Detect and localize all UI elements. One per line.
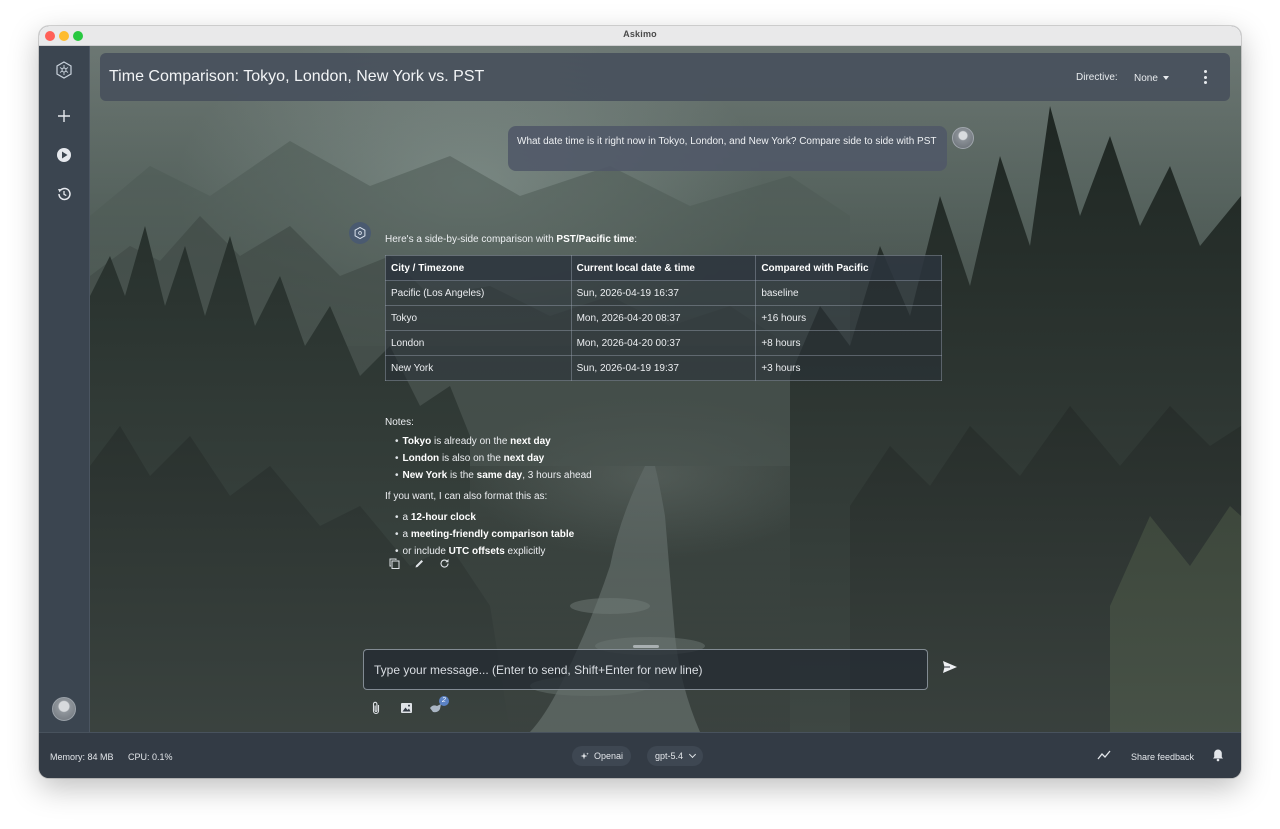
user-profile-avatar[interactable] bbox=[52, 697, 76, 721]
table-cell: New York bbox=[385, 355, 572, 381]
chart-icon bbox=[1097, 750, 1111, 760]
logo-icon bbox=[354, 226, 366, 240]
page-title: Time Comparison: Tokyo, London, New York… bbox=[109, 68, 485, 85]
composer-resize-handle[interactable] bbox=[633, 645, 659, 648]
list-item: Tokyo is already on the next day bbox=[395, 433, 592, 450]
memory-usage: Memory: 84 MB bbox=[50, 752, 114, 762]
model-label: gpt-5.4 bbox=[655, 751, 684, 761]
table-cell: +3 hours bbox=[755, 355, 942, 381]
table-row: Tokyo Mon, 2026-04-20 08:37 +16 hours bbox=[385, 305, 942, 331]
status-bar: Memory: 84 MB CPU: 0.1% Openai gpt-5.4 S… bbox=[39, 732, 1241, 778]
list-item: London is also on the next day bbox=[395, 450, 592, 467]
title-bar: Askimo bbox=[39, 26, 1241, 46]
table-header-row: City / Timezone Current local date & tim… bbox=[385, 255, 942, 281]
more-options-button[interactable] bbox=[1198, 68, 1212, 86]
table-cell: Mon, 2026-04-20 08:37 bbox=[570, 305, 757, 331]
column-header: Compared with Pacific bbox=[755, 255, 942, 281]
provider-selector[interactable]: Openai bbox=[572, 746, 632, 766]
composer-tools: 2 bbox=[369, 696, 449, 715]
tools-button[interactable]: 2 bbox=[429, 696, 449, 715]
notes-list: Tokyo is already on the next day London … bbox=[395, 433, 592, 484]
metrics-button[interactable] bbox=[1097, 749, 1111, 761]
intro-text: Here's a side-by-side comparison with bbox=[385, 234, 557, 245]
assistant-intro: Here's a side-by-side comparison with PS… bbox=[385, 234, 637, 245]
table-cell: Sun, 2026-04-19 16:37 bbox=[570, 280, 757, 306]
model-selector[interactable]: gpt-5.4 bbox=[647, 746, 704, 766]
table-cell: Tokyo bbox=[385, 305, 572, 331]
logo-icon bbox=[52, 58, 76, 82]
history-button[interactable] bbox=[52, 182, 76, 206]
copy-button[interactable] bbox=[388, 557, 400, 569]
format-label: If you want, I can also format this as: bbox=[385, 491, 548, 502]
play-button[interactable] bbox=[52, 143, 76, 167]
notifications-button[interactable] bbox=[1212, 748, 1224, 762]
list-item: a meeting-friendly comparison table bbox=[395, 526, 575, 543]
chevron-down-icon bbox=[688, 750, 697, 759]
column-header: Current local date & time bbox=[570, 255, 757, 281]
sidebar bbox=[39, 46, 90, 732]
notes-label: Notes: bbox=[385, 417, 414, 428]
edit-icon bbox=[415, 559, 423, 567]
send-icon bbox=[943, 661, 957, 673]
user-message: What date time is it right now in Tokyo,… bbox=[508, 126, 947, 171]
list-item: New York is the same day, 3 hours ahead bbox=[395, 467, 592, 484]
attach-file-button[interactable] bbox=[369, 701, 383, 715]
app-window: Askimo Time Comparison: Tokyo, London, N… bbox=[39, 26, 1241, 778]
sparkle-icon bbox=[580, 752, 589, 759]
window-title: Askimo bbox=[623, 29, 657, 39]
bell-icon bbox=[1213, 749, 1223, 762]
message-actions bbox=[388, 557, 450, 569]
plus-icon bbox=[58, 110, 70, 122]
refresh-icon bbox=[440, 558, 449, 568]
new-chat-button[interactable] bbox=[52, 104, 76, 128]
copy-icon bbox=[389, 558, 399, 569]
image-icon bbox=[400, 703, 412, 713]
intro-suffix: : bbox=[634, 234, 638, 245]
share-feedback-link[interactable]: Share feedback bbox=[1131, 752, 1194, 762]
table-row: Pacific (Los Angeles) Sun, 2026-04-19 16… bbox=[385, 280, 942, 306]
message-input[interactable] bbox=[374, 662, 917, 677]
history-icon bbox=[58, 187, 71, 201]
chevron-down-icon bbox=[1162, 76, 1169, 80]
regenerate-button[interactable] bbox=[438, 557, 450, 569]
table-cell: Mon, 2026-04-20 00:37 bbox=[570, 330, 757, 356]
table-cell: baseline bbox=[755, 280, 942, 306]
tools-count-badge: 2 bbox=[439, 696, 449, 706]
attach-image-button[interactable] bbox=[399, 701, 413, 715]
paperclip-icon bbox=[372, 701, 380, 715]
table-cell: Pacific (Los Angeles) bbox=[385, 280, 572, 306]
directive-dropdown[interactable]: None bbox=[1134, 70, 1169, 86]
table-cell: Sun, 2026-04-19 19:37 bbox=[570, 355, 757, 381]
assistant-avatar bbox=[349, 222, 371, 244]
table-cell: +16 hours bbox=[755, 305, 942, 331]
column-header: City / Timezone bbox=[385, 255, 572, 281]
table-row: New York Sun, 2026-04-19 19:37 +3 hours bbox=[385, 355, 942, 381]
provider-label: Openai bbox=[594, 751, 624, 761]
format-list: a 12-hour clock a meeting-friendly compa… bbox=[395, 509, 575, 560]
comparison-table: City / Timezone Current local date & tim… bbox=[385, 255, 942, 381]
user-avatar bbox=[952, 127, 974, 149]
play-icon bbox=[57, 148, 71, 162]
conversation-header: Time Comparison: Tokyo, London, New York… bbox=[100, 53, 1230, 101]
table-cell: +8 hours bbox=[755, 330, 942, 356]
edit-button[interactable] bbox=[413, 557, 425, 569]
message-input-box bbox=[363, 649, 928, 690]
cpu-usage: CPU: 0.1% bbox=[128, 752, 173, 762]
directive-value: None bbox=[1134, 72, 1158, 84]
table-row: London Mon, 2026-04-20 00:37 +8 hours bbox=[385, 330, 942, 356]
directive-label: Directive: bbox=[1076, 72, 1118, 83]
send-button[interactable] bbox=[941, 658, 959, 676]
intro-bold: PST/Pacific time bbox=[556, 234, 635, 245]
list-item: a 12-hour clock bbox=[395, 509, 574, 526]
table-cell: London bbox=[385, 330, 572, 356]
